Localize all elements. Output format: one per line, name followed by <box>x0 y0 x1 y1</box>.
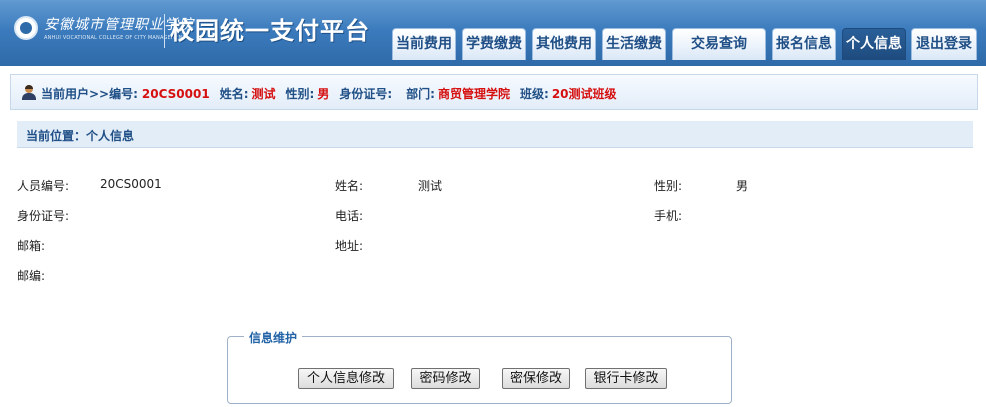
user-name-label: 姓名: <box>219 87 249 101</box>
user-class-value: 20测试班级 <box>551 87 617 101</box>
email-label: 邮箱: <box>17 239 46 253</box>
user-class-label: 班级: <box>520 87 549 101</box>
breadcrumb-text: 当前位置：个人信息 <box>26 129 135 143</box>
tab-personal-info[interactable]: 个人信息 <box>842 28 906 60</box>
tab-registration-info[interactable]: 报名信息 <box>772 28 836 60</box>
address-label: 地址: <box>335 239 364 253</box>
user-idcard-label: 身份证号: <box>339 87 393 101</box>
current-user-bar: 当前用户>>编号: 20CS0001 姓名: 测试 性别: 男身份证号: 部门: 商贸管理学院… <box>10 74 978 110</box>
user-gender-value: 男 <box>317 87 330 101</box>
breadcrumb: 当前位置：个人信息 <box>17 121 973 148</box>
name-label: 姓名: <box>335 179 364 193</box>
user-dept-value: 商贸管理学院 <box>437 87 510 101</box>
name-value: 测试 <box>418 179 443 193</box>
gender-value: 男 <box>736 179 749 193</box>
header-divider <box>164 14 165 48</box>
user-icon <box>22 85 36 100</box>
page: 安徽城市管理职业学院 ANHUI VOCATIONAL COLLEGE OF C… <box>0 0 986 407</box>
tab-logout[interactable]: 退出登录 <box>911 28 977 60</box>
header: 安徽城市管理职业学院 ANHUI VOCATIONAL COLLEGE OF C… <box>0 0 986 66</box>
platform-title: 校园统一支付平台 <box>170 17 370 45</box>
change-password-button[interactable]: 密码修改 <box>411 368 480 389</box>
current-user-info: 当前用户>>编号: 20CS0001 姓名: 测试 性别: 男身份证号: 部门: 商贸管理学院… <box>41 85 617 102</box>
phone-label: 电话: <box>335 209 364 223</box>
staff-id-value: 20CS0001 <box>100 177 162 191</box>
tab-living-payment[interactable]: 生活缴费 <box>602 28 666 60</box>
user-id-value: 20CS0001 <box>141 87 210 101</box>
edit-personal-info-button[interactable]: 个人信息修改 <box>298 368 394 389</box>
tab-tuition-payment[interactable]: 学费缴费 <box>462 28 526 60</box>
tab-transaction-query[interactable]: 交易查询 <box>672 28 766 60</box>
change-security-question-button[interactable]: 密保修改 <box>502 368 570 389</box>
school-logo-icon <box>14 16 38 40</box>
tab-other-fees[interactable]: 其他费用 <box>532 28 596 60</box>
info-maintenance-legend: 信息维护 <box>244 329 303 346</box>
change-bankcard-button[interactable]: 银行卡修改 <box>585 368 667 389</box>
idcard-label: 身份证号: <box>17 209 70 223</box>
user-gender-label: 性别: <box>285 87 315 101</box>
staff-id-label: 人员编号: <box>17 179 70 193</box>
tab-current-fees[interactable]: 当前费用 <box>392 28 456 60</box>
postcode-label: 邮编: <box>17 269 46 283</box>
gender-label: 性别: <box>654 179 683 193</box>
current-user-label: 当前用户>>编号: <box>41 87 138 101</box>
mobile-label: 手机: <box>654 209 683 223</box>
user-name-value: 测试 <box>251 87 276 101</box>
user-dept-label: 部门: <box>406 87 435 101</box>
